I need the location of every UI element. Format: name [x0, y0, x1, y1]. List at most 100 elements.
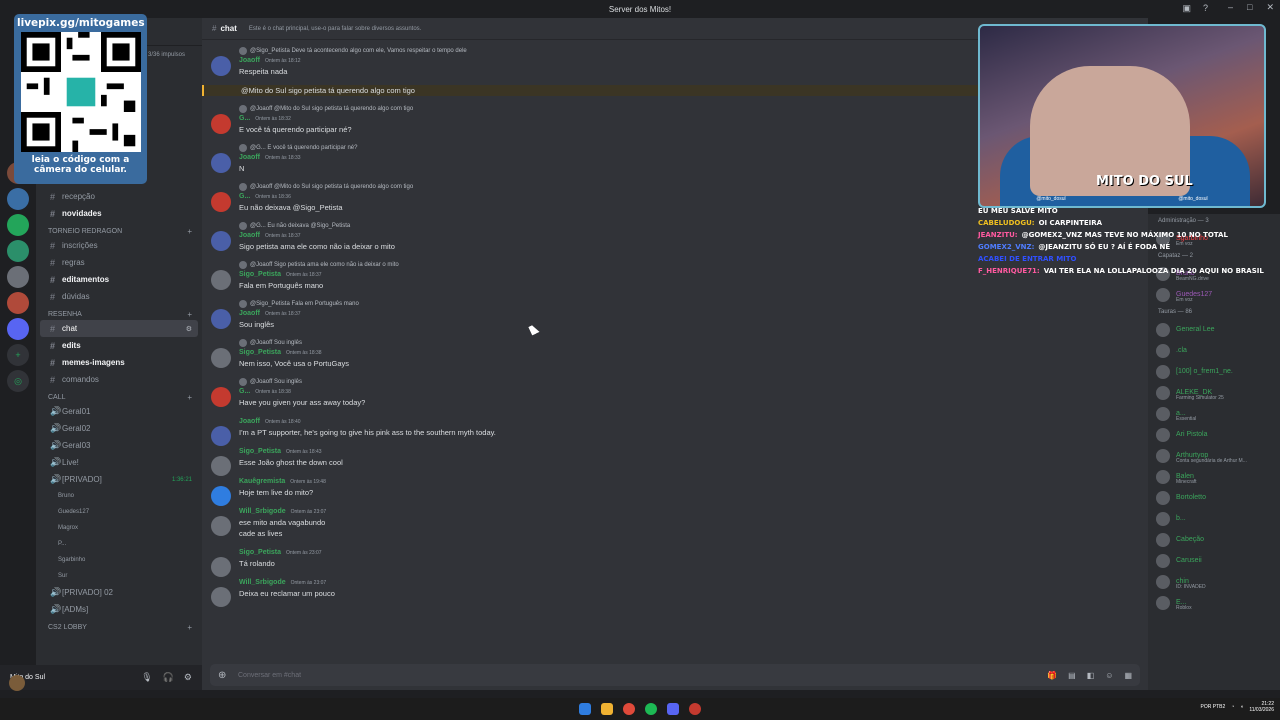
channel-dvidas[interactable]: # dúvidas	[40, 288, 198, 305]
chat-message[interactable]: @Sigo_Petista Fala em Português mano Joao…	[202, 299, 1148, 330]
settings-gear-icon[interactable]: ⚙	[186, 325, 192, 333]
member-item[interactable]: [100] o_frem1_ne.	[1148, 361, 1280, 382]
message-author[interactable]: Sigo_Petista	[239, 448, 281, 455]
discord-icon[interactable]	[667, 703, 679, 715]
voice-channel-live[interactable]: 🔊 Live!	[40, 454, 198, 471]
add-attachment-icon[interactable]: ⊕	[218, 670, 226, 681]
chat-message[interactable]: Will_Srbigode Ontem às 23:07 Deixa eu recl…	[202, 577, 1148, 607]
message-author[interactable]: Will_Srbigode	[239, 579, 286, 586]
voice-channel-geral01[interactable]: 🔊 Geral01	[40, 403, 198, 420]
channel-recepo[interactable]: # recepção	[40, 188, 198, 205]
avatar[interactable]	[211, 426, 231, 446]
voice-channel-adms[interactable]: 🔊 [ADMs]	[40, 601, 198, 618]
message-author[interactable]: Kauêgremista	[239, 478, 285, 485]
member-item[interactable]: Guedes127 Em voz	[1148, 284, 1280, 305]
message-author[interactable]: Joaoff	[239, 232, 260, 239]
channel-chat[interactable]: # chat ⚙	[40, 320, 198, 337]
member-item[interactable]: Caruseii	[1148, 550, 1280, 571]
maximize-button[interactable]: □	[1247, 2, 1252, 13]
voice-user[interactable]: P...	[36, 28, 202, 552]
server-icon[interactable]	[7, 214, 29, 236]
volume-icon[interactable]: ◖	[1240, 704, 1243, 710]
add-channel-icon[interactable]: +	[187, 623, 192, 632]
member-item[interactable]: Arthurtyop Conta segundária de Arthur M..…	[1148, 445, 1280, 466]
avatar[interactable]	[211, 516, 231, 536]
reply-preview[interactable]: @Joaoff Sou inglês	[239, 377, 1148, 386]
avatar[interactable]	[211, 114, 231, 134]
avatar[interactable]	[211, 231, 231, 251]
voice-user[interactable]: Sur	[36, 28, 202, 584]
channel-comandos[interactable]: # comandos	[40, 371, 198, 388]
avatar[interactable]	[211, 270, 231, 290]
chat-message[interactable]: Sigo_Petista Ontem às 23:07 Tá rolando	[202, 547, 1148, 577]
member-item[interactable]: ALEKE_DK Farming Simulator 25	[1148, 382, 1280, 403]
wifi-icon[interactable]: ◔	[1231, 704, 1234, 710]
chat-message[interactable]: Will_Srbigode Ontem às 23:07 ese mito anda…	[202, 506, 1148, 539]
avatar[interactable]	[9, 675, 25, 691]
message-author[interactable]: Sigo_Petista	[239, 271, 281, 278]
obs-icon[interactable]	[689, 703, 701, 715]
avatar[interactable]	[211, 153, 231, 173]
member-item[interactable]: chin ID: INVADED	[1148, 571, 1280, 592]
help-icon[interactable]: ?	[1203, 3, 1208, 14]
avatar[interactable]	[211, 486, 231, 506]
message-author[interactable]: G...	[239, 193, 250, 200]
message-author[interactable]: Joaoff	[239, 310, 260, 317]
channel-editamentos[interactable]: # editamentos	[40, 271, 198, 288]
message-author[interactable]: G...	[239, 388, 250, 395]
message-author[interactable]: Joaoff	[239, 57, 260, 64]
add-channel-icon[interactable]: +	[187, 227, 192, 236]
channel-edits[interactable]: # edits	[40, 337, 198, 354]
avatar[interactable]	[211, 56, 231, 76]
server-icon[interactable]	[7, 292, 29, 314]
add-channel-icon[interactable]: +	[187, 393, 192, 402]
gift-icon[interactable]: 🎁	[1047, 671, 1057, 680]
chat-message[interactable]: Kauêgremista Ontem às 19:48 Hoje tem live …	[202, 476, 1148, 506]
chrome-icon[interactable]	[623, 703, 635, 715]
clock-date[interactable]: 11/03/2026	[1249, 707, 1274, 713]
language-indicator[interactable]: POR PTB2	[1201, 704, 1226, 710]
chat-message[interactable]: @Joaoff Sou inglês Sigo_Petista Ontem às 1…	[202, 338, 1148, 369]
add-server-icon[interactable]: +	[7, 344, 29, 366]
windows-start-icon[interactable]	[579, 703, 591, 715]
inbox-icon[interactable]: ▣	[1182, 3, 1191, 14]
microphone-icon[interactable]: 🎙	[141, 672, 152, 683]
avatar[interactable]	[211, 348, 231, 368]
channel-category[interactable]: CS2 LOBBY +	[36, 618, 202, 633]
member-item[interactable]: a... Essential	[1148, 403, 1280, 424]
member-item[interactable]: Bortoletto	[1148, 487, 1280, 508]
gif-icon[interactable]: ▤	[1068, 671, 1076, 680]
message-author[interactable]: Sigo_Petista	[239, 549, 281, 556]
message-author[interactable]: Joaoff	[239, 418, 260, 425]
apps-icon[interactable]: ▦	[1124, 671, 1132, 680]
avatar[interactable]	[211, 456, 231, 476]
reply-preview[interactable]: @Joaoff Sou inglês	[239, 338, 1148, 347]
chat-message[interactable]: @Joaoff Sou inglês G... Ontem às 18:38 Have…	[202, 377, 1148, 408]
settings-gear-icon[interactable]: ⚙	[184, 672, 192, 683]
avatar[interactable]	[211, 587, 231, 607]
channel-category[interactable]: CALL +	[36, 388, 202, 403]
explore-icon[interactable]: ◎	[7, 370, 29, 392]
voice-channel-privado[interactable]: 🔊 [PRIVADO] 1:36:21	[40, 471, 198, 488]
channel-novidades[interactable]: # novidades	[40, 205, 198, 222]
avatar[interactable]	[211, 309, 231, 329]
voice-user[interactable]: Guedes127	[36, 28, 202, 520]
voice-channel-geral03[interactable]: 🔊 Geral03	[40, 437, 198, 454]
server-icon[interactable]	[7, 188, 29, 210]
member-item[interactable]: Balen Minecraft	[1148, 466, 1280, 487]
channel-regras[interactable]: # regras	[40, 254, 198, 271]
member-item[interactable]: .cla	[1148, 340, 1280, 361]
channel-memesimagens[interactable]: # memes-imagens	[40, 354, 198, 371]
emoji-icon[interactable]: ☺	[1105, 671, 1113, 680]
add-channel-icon[interactable]: +	[187, 310, 192, 319]
minimize-button[interactable]: –	[1228, 2, 1233, 13]
voice-user[interactable]: Sgarbinho	[36, 28, 202, 568]
chat-message[interactable]: Sigo_Petista Ontem às 18:43 Esse João ghos…	[202, 446, 1148, 476]
spotify-icon[interactable]	[645, 703, 657, 715]
headphones-icon[interactable]: 🎧	[163, 672, 174, 683]
avatar[interactable]	[211, 557, 231, 577]
chat-message[interactable]: Joaoff Ontem às 18:40 I'm a PT supporter, …	[202, 416, 1148, 446]
message-composer[interactable]: ⊕ Conversar em #chat 🎁 ▤ ◧ ☺ ▦	[210, 664, 1140, 686]
voice-user[interactable]: Bruno	[36, 28, 202, 504]
file-explorer-icon[interactable]	[601, 703, 613, 715]
